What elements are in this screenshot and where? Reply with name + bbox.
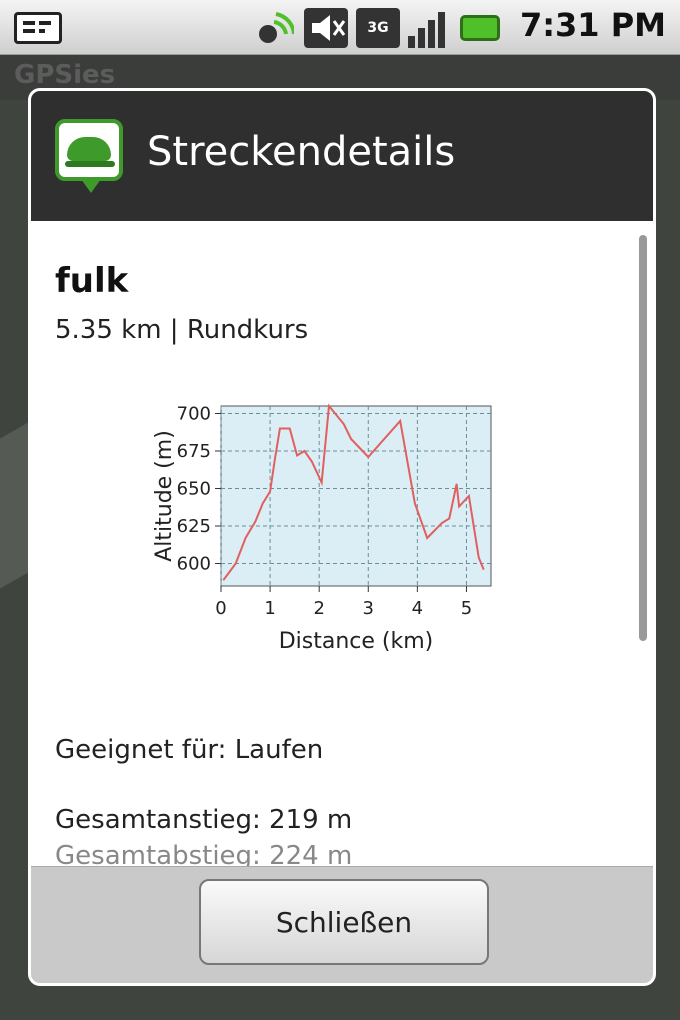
- data-point: [274, 458, 276, 459]
- y-tick-label: 700: [177, 404, 211, 425]
- x-tick-label: 0: [215, 598, 226, 619]
- track-meta: 5.35 km | Rundkurs: [55, 315, 309, 345]
- y-tick-label: 600: [177, 554, 211, 575]
- x-tick-label: 2: [313, 598, 324, 619]
- data-point: [448, 518, 450, 519]
- data-point: [414, 503, 416, 504]
- dialog-header: Streckendetails: [31, 91, 653, 221]
- data-point: [441, 522, 443, 524]
- scrollbar[interactable]: [639, 235, 647, 641]
- data-point: [399, 420, 401, 422]
- x-tick-label: 4: [412, 598, 423, 619]
- data-point: [222, 579, 224, 581]
- y-tick-label: 625: [177, 516, 211, 537]
- x-tick-label: 3: [363, 598, 374, 619]
- status-bar: 3G 7:31 PM: [0, 0, 680, 55]
- data-point: [468, 495, 470, 497]
- data-point: [456, 483, 458, 485]
- track-details-dialog: Streckendetails fulk 5.35 km | Rundkurs …: [28, 88, 656, 986]
- data-point: [367, 456, 369, 458]
- status-icons: 3G: [252, 8, 500, 48]
- x-axis-label: Distance (km): [279, 629, 434, 654]
- app-title: GPSies: [14, 60, 116, 90]
- y-tick-label: 675: [177, 441, 211, 462]
- data-point: [296, 455, 298, 456]
- y-axis-label: Altitude (m): [152, 430, 177, 562]
- plot-area: [220, 405, 492, 587]
- data-point: [483, 569, 485, 570]
- data-point: [289, 428, 291, 429]
- x-tick-label: 5: [461, 598, 472, 619]
- data-point: [245, 537, 247, 539]
- data-point: [478, 557, 480, 558]
- data-point: [311, 461, 313, 462]
- elevation-chart: 0 1 2 3 4 5 600 625 650 675 700 Distance (km) Altitu…: [152, 403, 492, 654]
- signal-icon: [408, 8, 452, 48]
- data-point: [458, 506, 460, 507]
- data-point: [328, 405, 330, 407]
- total-ascent: Gesamtanstieg: 219 m: [55, 805, 353, 835]
- mute-icon: [304, 8, 348, 48]
- 3g-icon: 3G: [356, 8, 400, 48]
- data-point: [343, 423, 345, 425]
- dialog-body[interactable]: fulk 5.35 km | Rundkurs 0 1 2 3 4 5 600 625 650 6…: [31, 221, 653, 873]
- data-point: [235, 563, 237, 564]
- clock: 7:31 PM: [519, 6, 666, 44]
- data-point: [321, 482, 323, 483]
- battery-icon: [460, 15, 500, 41]
- shoe-icon: [55, 119, 123, 193]
- gps-icon: [252, 8, 296, 48]
- notification-icon: [14, 12, 62, 44]
- dialog-footer: Schließen: [31, 866, 653, 983]
- dialog-title: Streckendetails: [147, 129, 456, 175]
- data-point: [426, 537, 428, 539]
- data-point: [303, 450, 305, 452]
- data-point: [269, 491, 271, 492]
- x-tick-label: 1: [264, 598, 275, 619]
- data-point: [350, 438, 352, 440]
- track-name: fulk: [55, 261, 129, 301]
- data-point: [279, 428, 281, 429]
- data-point: [254, 521, 256, 522]
- suitable-for: Geeignet für: Laufen: [55, 735, 324, 765]
- data-point: [262, 503, 264, 504]
- close-button[interactable]: Schließen: [199, 879, 489, 965]
- y-tick-label: 650: [177, 479, 211, 500]
